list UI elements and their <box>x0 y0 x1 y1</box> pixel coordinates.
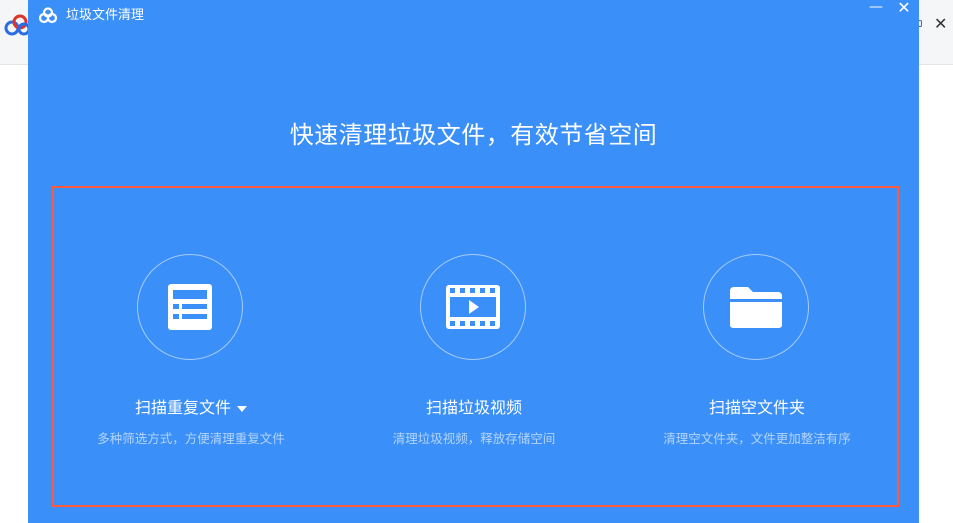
minimize-button[interactable]: — <box>866 0 886 20</box>
option-description: 清理垃圾视频，释放存储空间 <box>392 431 556 446</box>
option-title[interactable]: 扫描垃圾视频 <box>334 396 614 420</box>
dialog-title: 垃圾文件清理 <box>66 8 145 23</box>
option-title[interactable]: 扫描重复文件 <box>51 396 331 420</box>
folder-icon <box>730 287 782 328</box>
option-description: 多种筛选方式，方便清理重复文件 <box>97 431 285 446</box>
headline: 快速清理垃圾文件，有效节省空间 <box>289 121 658 149</box>
duplicate-list-icon <box>168 284 212 330</box>
option-icon-circle[interactable] <box>420 254 526 360</box>
option-icon-circle[interactable] <box>137 254 243 360</box>
app-logo-icon <box>4 14 30 36</box>
option-icon-circle[interactable] <box>703 254 809 360</box>
close-button[interactable]: ✕ <box>894 0 914 20</box>
cloud-logo-icon <box>38 7 58 24</box>
close-icon[interactable]: ✕ <box>934 16 950 32</box>
option-title-text: 扫描重复文件 <box>134 398 231 417</box>
dropdown-caret-icon[interactable] <box>237 405 247 412</box>
junk-cleanup-dialog: 垃圾文件清理 — ✕ 快速清理垃圾文件，有效节省空间 扫描重复文件 多种筛选方式… <box>28 0 919 523</box>
dialog-title-bar: 垃圾文件清理 — ✕ <box>28 0 919 32</box>
option-description: 清理空文件夹，文件更加整洁有序 <box>663 431 851 446</box>
video-film-icon <box>446 285 500 329</box>
option-title[interactable]: 扫描空文件夹 <box>617 396 897 420</box>
